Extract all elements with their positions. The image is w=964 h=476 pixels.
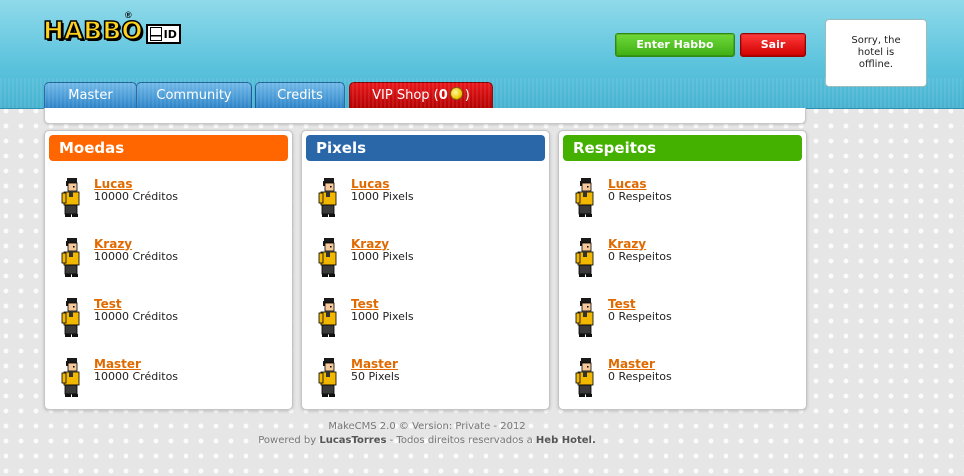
- content-top-strip: [44, 108, 806, 124]
- user-value: 10000 Créditos: [94, 370, 179, 383]
- avatar: [60, 237, 84, 279]
- avatar: [574, 177, 598, 219]
- avatar: [60, 297, 84, 339]
- user-link[interactable]: Test: [351, 297, 379, 311]
- tab-vip-shop[interactable]: VIP Shop (0): [349, 82, 493, 109]
- avatar: [317, 357, 341, 399]
- user-link[interactable]: Test: [608, 297, 636, 311]
- avatar: [317, 177, 341, 219]
- avatar: [60, 177, 84, 219]
- list-item: Master 50 Pixels: [317, 357, 537, 401]
- panel-title: Respeitos: [563, 135, 802, 161]
- hotel-status-text: Sorry, the hotel is offline.: [851, 35, 901, 70]
- user-value: 10000 Créditos: [94, 190, 179, 203]
- id-badge-icon: ID: [145, 24, 181, 44]
- avatar: [574, 357, 598, 399]
- list-item: Krazy 1000 Pixels: [317, 237, 537, 281]
- panel-pixels: Pixels Lucas 1000 Pixels Krazy 1000 Pixe…: [301, 130, 550, 410]
- user-value: 10000 Créditos: [94, 310, 179, 323]
- coin-icon: [449, 87, 463, 100]
- footer-hotel: Heb Hotel.: [535, 435, 596, 446]
- hotel-status-box: Sorry, the hotel is offline.: [825, 19, 927, 87]
- header: HABBO ® ID Enter Habbo Sair Sorry, the h…: [0, 0, 964, 109]
- user-value: 10000 Créditos: [94, 250, 179, 263]
- panel-title: Pixels: [306, 135, 545, 161]
- avatar: [574, 237, 598, 279]
- list-item: Master 0 Respeitos: [574, 357, 794, 401]
- registered-mark: ®: [125, 10, 132, 20]
- user-link[interactable]: Krazy: [94, 237, 132, 251]
- user-value: 0 Respeitos: [608, 250, 672, 263]
- user-value: 1000 Pixels: [351, 190, 414, 203]
- footer-middle: - Todos direitos reservados a: [386, 435, 536, 446]
- user-value: 0 Respeitos: [608, 190, 672, 203]
- vip-count: 0: [438, 88, 448, 103]
- list-item: Test 10000 Créditos: [60, 297, 280, 341]
- user-value: 0 Respeitos: [608, 370, 672, 383]
- user-value: 0 Respeitos: [608, 310, 672, 323]
- id-badge-label: ID: [163, 27, 177, 41]
- tab-master[interactable]: Master: [44, 82, 137, 109]
- footer-version: MakeCMS 2.0 © Version: Private - 2012: [328, 421, 526, 432]
- panel-moedas: Moedas Lucas 10000 Créditos Krazy 10000 …: [44, 130, 293, 410]
- user-link[interactable]: Lucas: [608, 177, 647, 191]
- list-item: Lucas 10000 Créditos: [60, 177, 280, 221]
- list-item: Master 10000 Créditos: [60, 357, 280, 401]
- list-item: Lucas 1000 Pixels: [317, 177, 537, 221]
- user-link[interactable]: Krazy: [351, 237, 389, 251]
- avatar: [317, 237, 341, 279]
- vip-label: VIP Shop (: [372, 88, 439, 103]
- logout-button[interactable]: Sair: [740, 33, 806, 57]
- user-value: 1000 Pixels: [351, 310, 414, 323]
- user-link[interactable]: Master: [94, 357, 141, 371]
- avatar: [574, 297, 598, 339]
- list-item: Test 0 Respeitos: [574, 297, 794, 341]
- footer-prefix: Powered by: [258, 435, 320, 446]
- enter-habbo-button[interactable]: Enter Habbo: [615, 33, 735, 57]
- panel-title: Moedas: [49, 135, 288, 161]
- user-link[interactable]: Krazy: [608, 237, 646, 251]
- footer-credits: Powered by LucasTorres - Todos direitos …: [0, 434, 854, 448]
- list-item: Krazy 10000 Créditos: [60, 237, 280, 281]
- footer-author: LucasTorres: [319, 435, 387, 446]
- habbo-logo[interactable]: HABBO ® ID: [42, 10, 181, 46]
- list-item: Lucas 0 Respeitos: [574, 177, 794, 221]
- panel-respeitos: Respeitos Lucas 0 Respeitos Krazy 0 Resp…: [558, 130, 807, 410]
- user-link[interactable]: Test: [94, 297, 122, 311]
- vip-label-end: ): [464, 88, 470, 103]
- footer: MakeCMS 2.0 © Version: Private - 2012 Po…: [0, 420, 854, 448]
- list-item: Krazy 0 Respeitos: [574, 237, 794, 281]
- avatar: [60, 357, 84, 399]
- avatar: [317, 297, 341, 339]
- user-link[interactable]: Master: [608, 357, 655, 371]
- list-item: Test 1000 Pixels: [317, 297, 537, 341]
- tab-credits[interactable]: Credits: [255, 82, 345, 109]
- tab-community[interactable]: Community: [136, 82, 252, 109]
- user-link[interactable]: Lucas: [351, 177, 390, 191]
- user-value: 50 Pixels: [351, 370, 400, 383]
- user-link[interactable]: Lucas: [94, 177, 133, 191]
- user-link[interactable]: Master: [351, 357, 398, 371]
- user-value: 1000 Pixels: [351, 250, 414, 263]
